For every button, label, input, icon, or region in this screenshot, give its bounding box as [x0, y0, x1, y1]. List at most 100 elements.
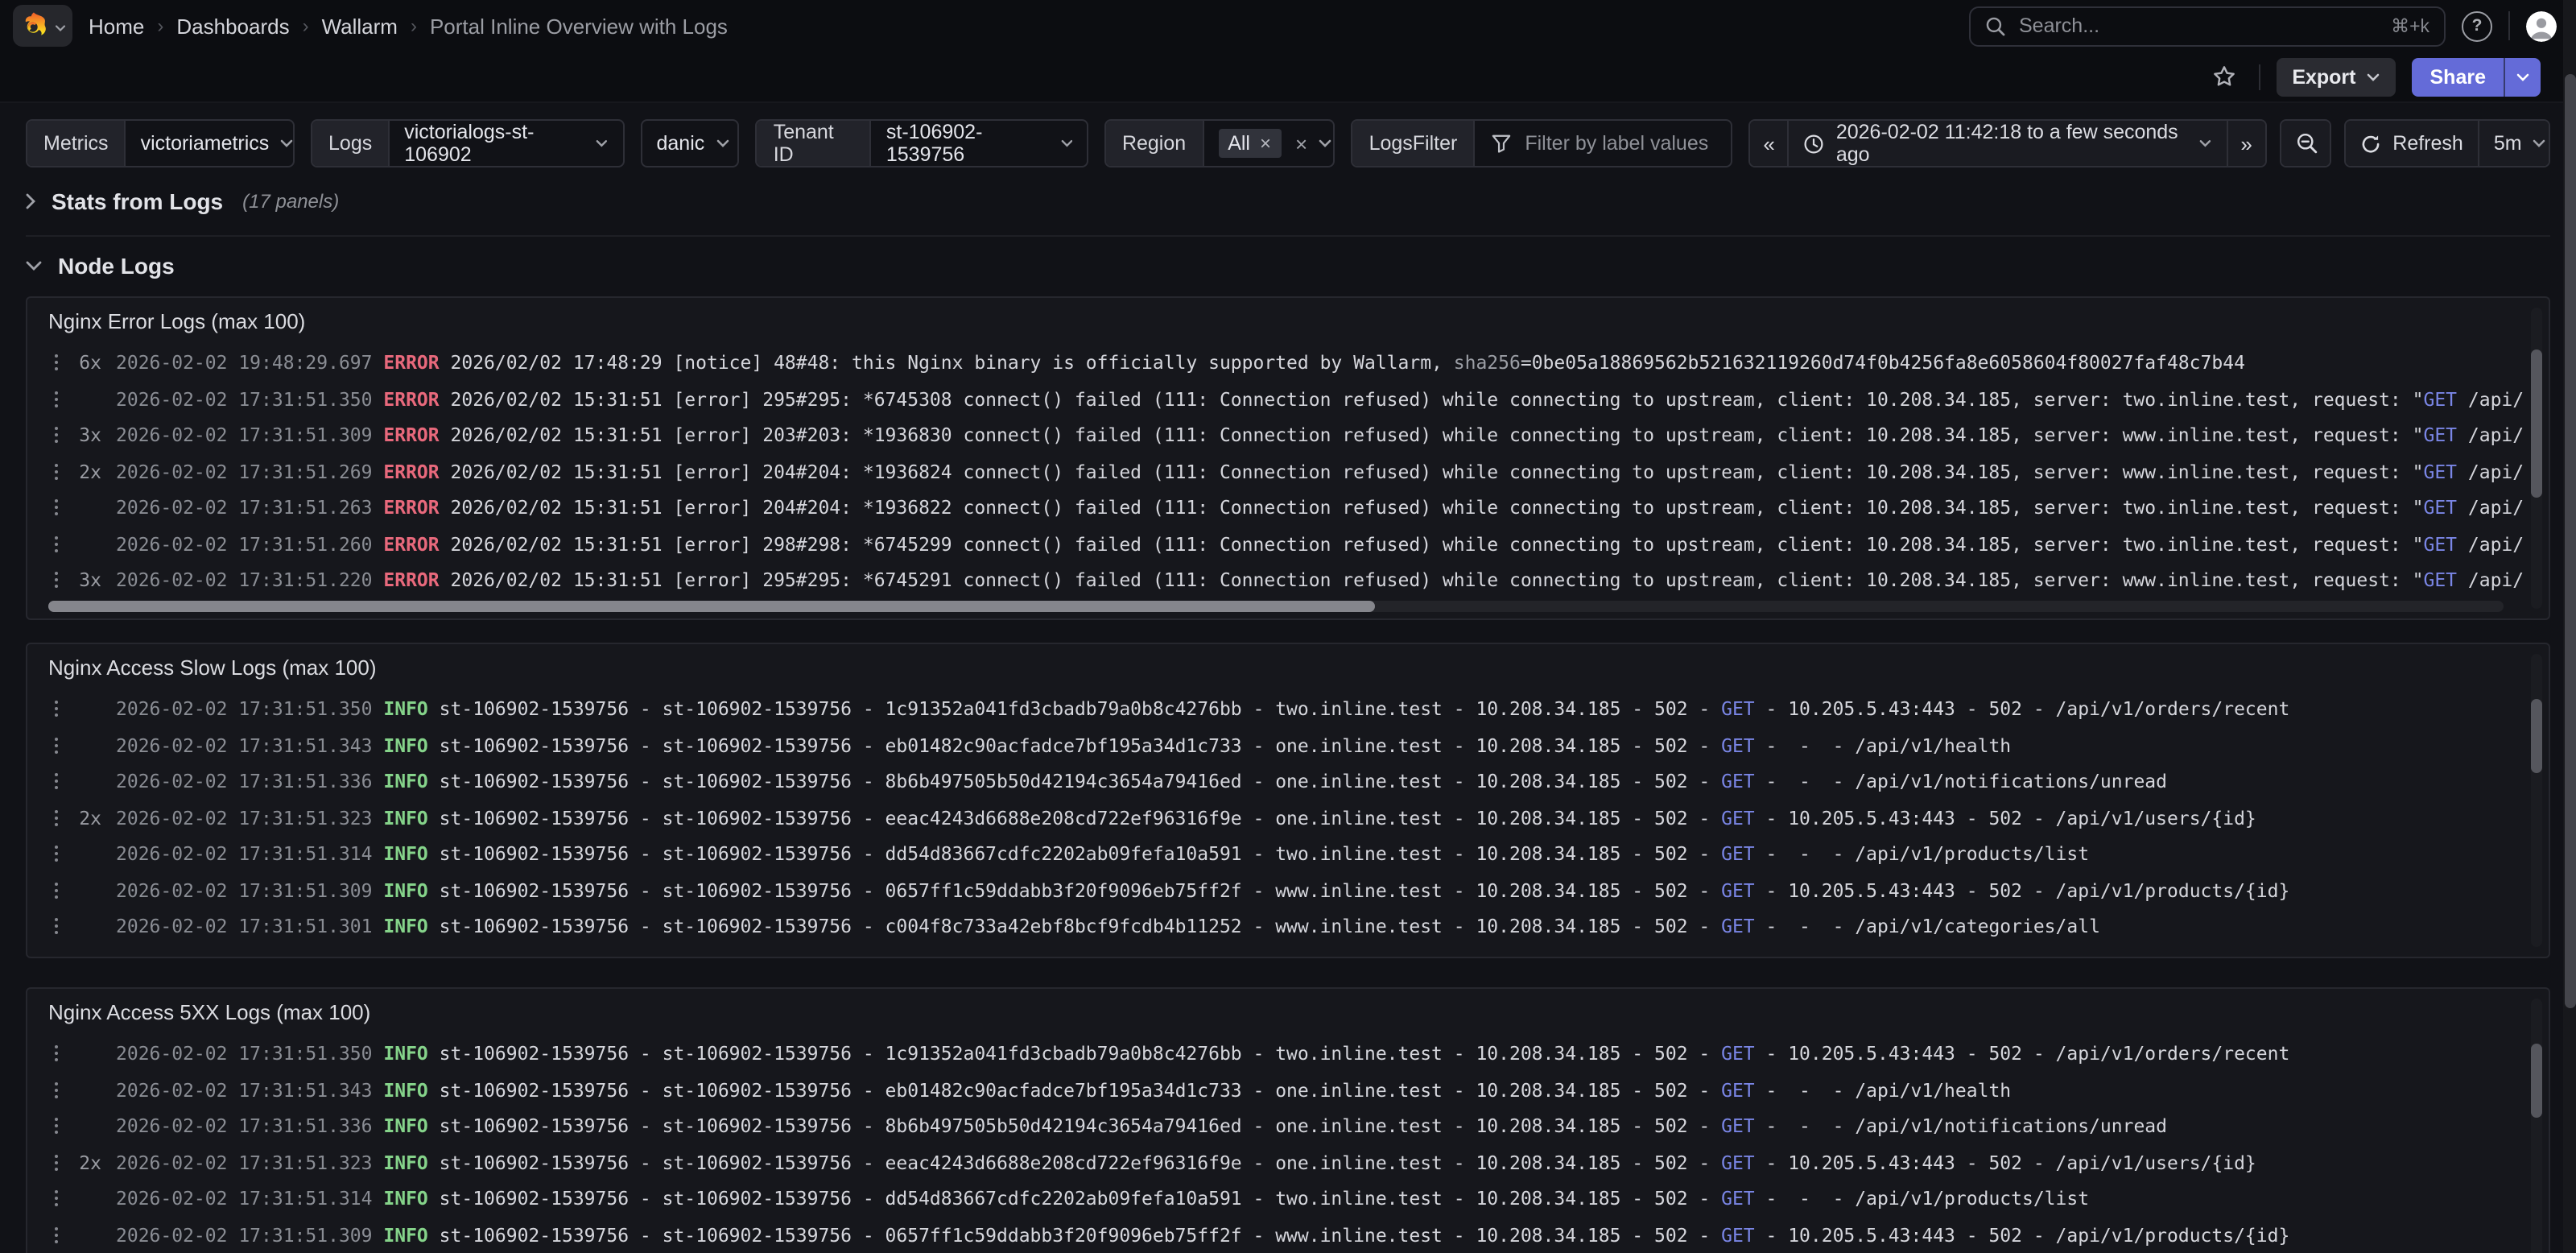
log-row[interactable]: 2026-02-02 17:31:51.350 ERROR 2026/02/02…: [27, 381, 2549, 417]
time-shift-back-button[interactable]: «: [1750, 121, 1787, 166]
row-menu-icon[interactable]: [50, 774, 63, 790]
log-row[interactable]: 2026-02-02 17:31:51.336 INFO st-106902-1…: [27, 763, 2549, 800]
panel-title[interactable]: Nginx Error Logs (max 100): [27, 298, 2549, 333]
row-menu-icon[interactable]: [50, 1227, 63, 1243]
region-chip-remove-icon[interactable]: ×: [1260, 132, 1271, 155]
page-scrollbar[interactable]: [2563, 0, 2576, 1253]
log-timestamp: 2026-02-02 17:31:51.220: [116, 569, 373, 592]
export-button[interactable]: Export: [2276, 57, 2396, 96]
variable-logs-value[interactable]: victorialogs-st-106902: [390, 121, 622, 166]
scrollbar-thumb[interactable]: [2531, 699, 2542, 773]
log-row[interactable]: 2026-02-02 17:31:51.314 INFO st-106902-1…: [27, 836, 2549, 872]
log-row[interactable]: 2026-02-02 17:31:51.260 ERROR 2026/02/02…: [27, 526, 2549, 562]
time-range-picker[interactable]: 2026-02-02 11:42:18 to a few seconds ago: [1788, 121, 2226, 166]
log-timestamp: 2026-02-02 17:31:51.336: [116, 1115, 373, 1138]
variable-node-value[interactable]: danic: [642, 121, 740, 166]
scrollbar-thumb[interactable]: [2531, 1044, 2542, 1118]
log-row[interactable]: 2026-02-02 17:31:51.263 ERROR 2026/02/02…: [27, 490, 2549, 526]
log-row[interactable]: 2026-02-02 17:31:51.343 INFO st-106902-1…: [27, 727, 2549, 763]
row-menu-icon[interactable]: [50, 810, 63, 826]
breadcrumb-separator: ›: [157, 14, 163, 37]
dedup-count: 3x: [63, 424, 101, 447]
vertical-scrollbar[interactable]: [2531, 308, 2542, 609]
row-menu-icon[interactable]: [50, 536, 63, 552]
row-menu-icon[interactable]: [50, 883, 63, 899]
panel-title[interactable]: Nginx Access Slow Logs (max 100): [27, 644, 2549, 680]
row-menu-icon[interactable]: [50, 738, 63, 754]
log-row[interactable]: 3x2026-02-02 17:31:51.220 ERROR 2026/02/…: [27, 562, 2549, 598]
row-menu-icon[interactable]: [50, 919, 63, 935]
log-line-text: 2026-02-02 19:48:29.697 ERROR 2026/02/02…: [116, 352, 2549, 374]
zoom-out-button[interactable]: [2281, 121, 2332, 166]
row-menu-icon[interactable]: [50, 573, 63, 589]
time-shift-forward-button[interactable]: »: [2226, 121, 2264, 166]
dedup-count: 2x: [63, 807, 101, 829]
help-button[interactable]: ?: [2462, 10, 2492, 41]
variable-metrics-value[interactable]: victoriametrics: [126, 121, 295, 166]
row-menu-icon[interactable]: [50, 428, 63, 444]
row-menu-icon[interactable]: [50, 1082, 63, 1098]
vertical-scrollbar[interactable]: [2531, 999, 2542, 1253]
variable-logsfilter: LogsFilter Filter by label values: [1352, 119, 1733, 167]
row-menu-icon[interactable]: [50, 846, 63, 862]
log-row[interactable]: 2026-02-02 17:31:51.343 INFO st-106902-1…: [27, 1072, 2549, 1108]
row-node-logs[interactable]: Node Logs: [26, 248, 2550, 283]
refresh-interval-dropdown[interactable]: 5m: [2478, 121, 2550, 166]
log-row[interactable]: 2026-02-02 17:31:51.336 INFO st-106902-1…: [27, 1108, 2549, 1144]
log-level-badge: ERROR: [383, 424, 439, 447]
scrollbar-thumb[interactable]: [2531, 349, 2542, 498]
user-avatar[interactable]: [2526, 10, 2557, 41]
logsfilter-placeholder: Filter by label values: [1525, 132, 1708, 155]
share-dropdown-button[interactable]: [2504, 57, 2541, 96]
star-button[interactable]: [2207, 59, 2242, 94]
log-row[interactable]: 2026-02-02 17:31:51.309 INFO st-106902-1…: [27, 872, 2549, 908]
row-menu-icon[interactable]: [50, 1046, 63, 1062]
log-row[interactable]: 2x2026-02-02 17:31:51.323 INFO st-106902…: [27, 800, 2549, 836]
row-menu-icon[interactable]: [50, 355, 63, 371]
row-menu-icon[interactable]: [50, 1191, 63, 1207]
log-row[interactable]: 2026-02-02 17:31:51.301 INFO st-106902-1…: [27, 908, 2549, 945]
horizontal-scrollbar[interactable]: [48, 601, 2504, 612]
log-row[interactable]: 2026-02-02 17:31:51.309 INFO st-106902-1…: [27, 1217, 2549, 1253]
log-row[interactable]: 6x2026-02-02 19:48:29.697 ERROR 2026/02/…: [27, 345, 2549, 381]
variable-node: danic: [641, 119, 740, 167]
refresh-button[interactable]: Refresh: [2346, 121, 2478, 166]
chevron-down-icon: [26, 261, 42, 271]
breadcrumb-dashboards[interactable]: Dashboards: [176, 14, 289, 38]
variable-logs-label: Logs: [312, 121, 390, 166]
breadcrumb-folder[interactable]: Wallarm: [322, 14, 398, 38]
row-menu-icon[interactable]: [50, 464, 63, 480]
log-row[interactable]: 2026-02-02 17:31:51.350 INFO st-106902-1…: [27, 691, 2549, 727]
log-row[interactable]: 3x2026-02-02 17:31:51.309 ERROR 2026/02/…: [27, 417, 2549, 453]
variable-tenant-value[interactable]: st-106902-1539756: [872, 121, 1087, 166]
search-input[interactable]: Search... ⌘+k: [1969, 6, 2446, 46]
row-menu-icon[interactable]: [50, 391, 63, 407]
variable-region-value[interactable]: All × ×: [1203, 121, 1335, 166]
org-switcher-button[interactable]: [13, 5, 72, 47]
share-button[interactable]: Share: [2413, 57, 2504, 96]
breadcrumb: Home › Dashboards › Wallarm › Portal Inl…: [89, 14, 728, 38]
vertical-scrollbar[interactable]: [2531, 654, 2542, 947]
breadcrumb-home[interactable]: Home: [89, 14, 144, 38]
scrollbar-thumb[interactable]: [2565, 74, 2576, 1008]
row-menu-icon[interactable]: [50, 1119, 63, 1135]
refresh-group: Refresh 5m: [2344, 119, 2550, 167]
variable-region-label: Region: [1106, 121, 1203, 166]
logsfilter-input[interactable]: Filter by label values: [1475, 121, 1731, 166]
row-menu-icon[interactable]: [50, 1155, 63, 1171]
log-row[interactable]: 2026-02-02 17:31:51.350 INFO st-106902-1…: [27, 1036, 2549, 1072]
grafana-app: Home › Dashboards › Wallarm › Portal Inl…: [0, 0, 2576, 1253]
row-stats-from-logs[interactable]: Stats from Logs (17 panels): [26, 184, 2550, 237]
log-line-text: 2026-02-02 17:31:51.269 ERROR 2026/02/02…: [116, 461, 2549, 483]
log-row[interactable]: 2x2026-02-02 17:31:51.269 ERROR 2026/02/…: [27, 453, 2549, 490]
panel-title[interactable]: Nginx Access 5XX Logs (max 100): [27, 989, 2549, 1024]
log-row[interactable]: 2026-02-02 17:31:51.314 INFO st-106902-1…: [27, 1181, 2549, 1217]
region-clear-icon[interactable]: ×: [1295, 131, 1307, 155]
row-menu-icon[interactable]: [50, 500, 63, 516]
scrollbar-thumb[interactable]: [48, 601, 1374, 612]
row-menu-icon[interactable]: [50, 701, 63, 717]
log-row[interactable]: 2x2026-02-02 17:31:51.323 INFO st-106902…: [27, 1144, 2549, 1181]
actions-divider: [2258, 64, 2260, 89]
region-chip-all[interactable]: All ×: [1218, 129, 1281, 158]
log-timestamp: 2026-02-02 17:31:51.323: [116, 1152, 373, 1174]
